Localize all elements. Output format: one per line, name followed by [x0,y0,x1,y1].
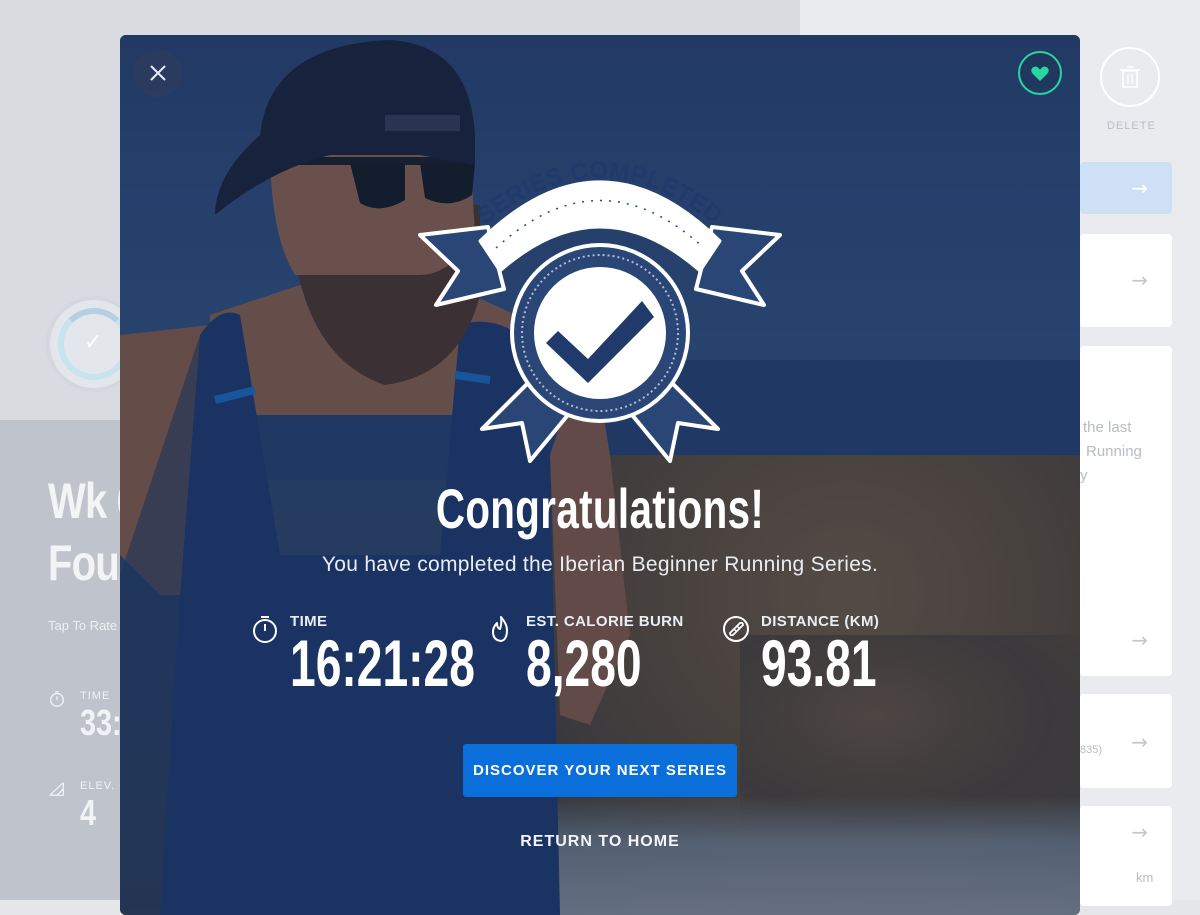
completion-message: You have completed the Iberian Beginner … [321,553,879,576]
heart-icon [1031,66,1049,81]
shoe-icon [723,616,749,642]
return-to-home-link[interactable]: RETURN TO HOME [120,833,1080,851]
flame-icon [492,616,508,642]
series-card-active[interactable]: → [1080,162,1172,214]
series-card[interactable]: 835) → [1080,694,1172,788]
favorite-button[interactable] [1018,51,1062,95]
close-button[interactable] [134,49,182,97]
delete-label: DELETE [1107,120,1156,132]
trash-icon [1120,66,1140,88]
series-card[interactable]: → [1080,234,1172,327]
stopwatch-icon [253,616,277,643]
checkmark-icon: ✓ [84,330,103,355]
arrow-right-icon: → [1131,628,1148,652]
series-card[interactable]: the last Running y → [1080,346,1172,676]
series-completed-badge: SERIES COMPLETED [418,157,782,463]
stopwatch-icon [50,691,64,707]
congratulations-heading: Congratulations! [435,477,765,540]
arrow-right-icon: → [1131,820,1148,844]
close-icon [150,65,166,81]
arrow-right-icon: → [1131,176,1148,200]
delete-button[interactable] [1100,47,1160,107]
discover-next-series-button[interactable]: DISCOVER YOUR NEXT SERIES [463,744,737,797]
arrow-right-icon: → [1131,730,1148,754]
arrow-right-icon: → [1131,268,1148,292]
series-completed-modal: SERIES COMPLETED Congratulations! You ha… [120,35,1080,915]
elevation-icon [49,782,64,796]
tap-to-rate[interactable]: Tap To Rate [48,618,117,633]
series-card[interactable]: → km [1080,806,1172,906]
